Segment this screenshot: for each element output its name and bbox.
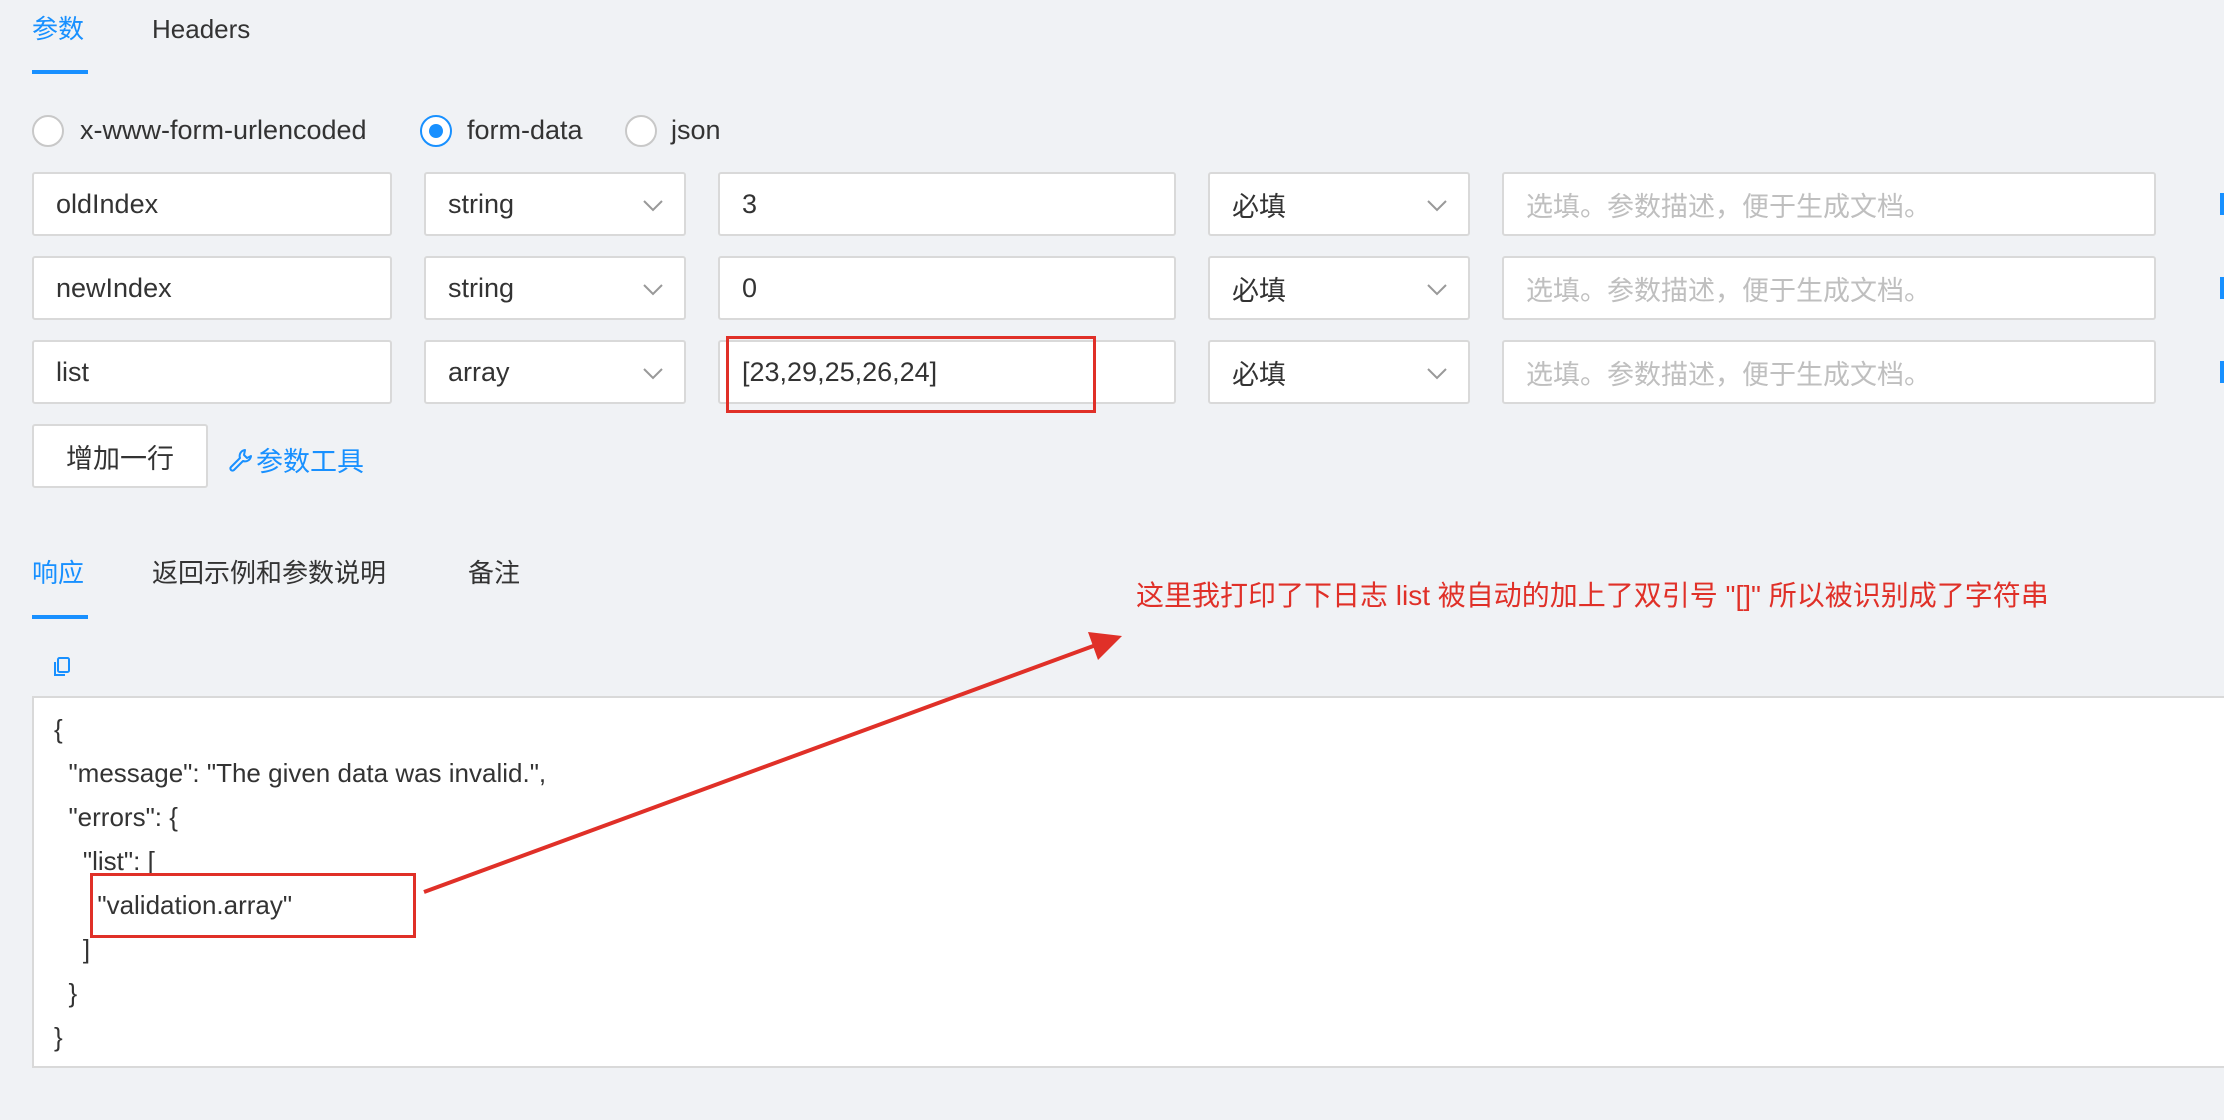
annotation-arrow bbox=[423, 632, 1122, 894]
annotation-text: 这里我打印了下日志 list 被自动的加上了双引号 "[]" 所以被识别成了字符… bbox=[1136, 580, 2049, 611]
